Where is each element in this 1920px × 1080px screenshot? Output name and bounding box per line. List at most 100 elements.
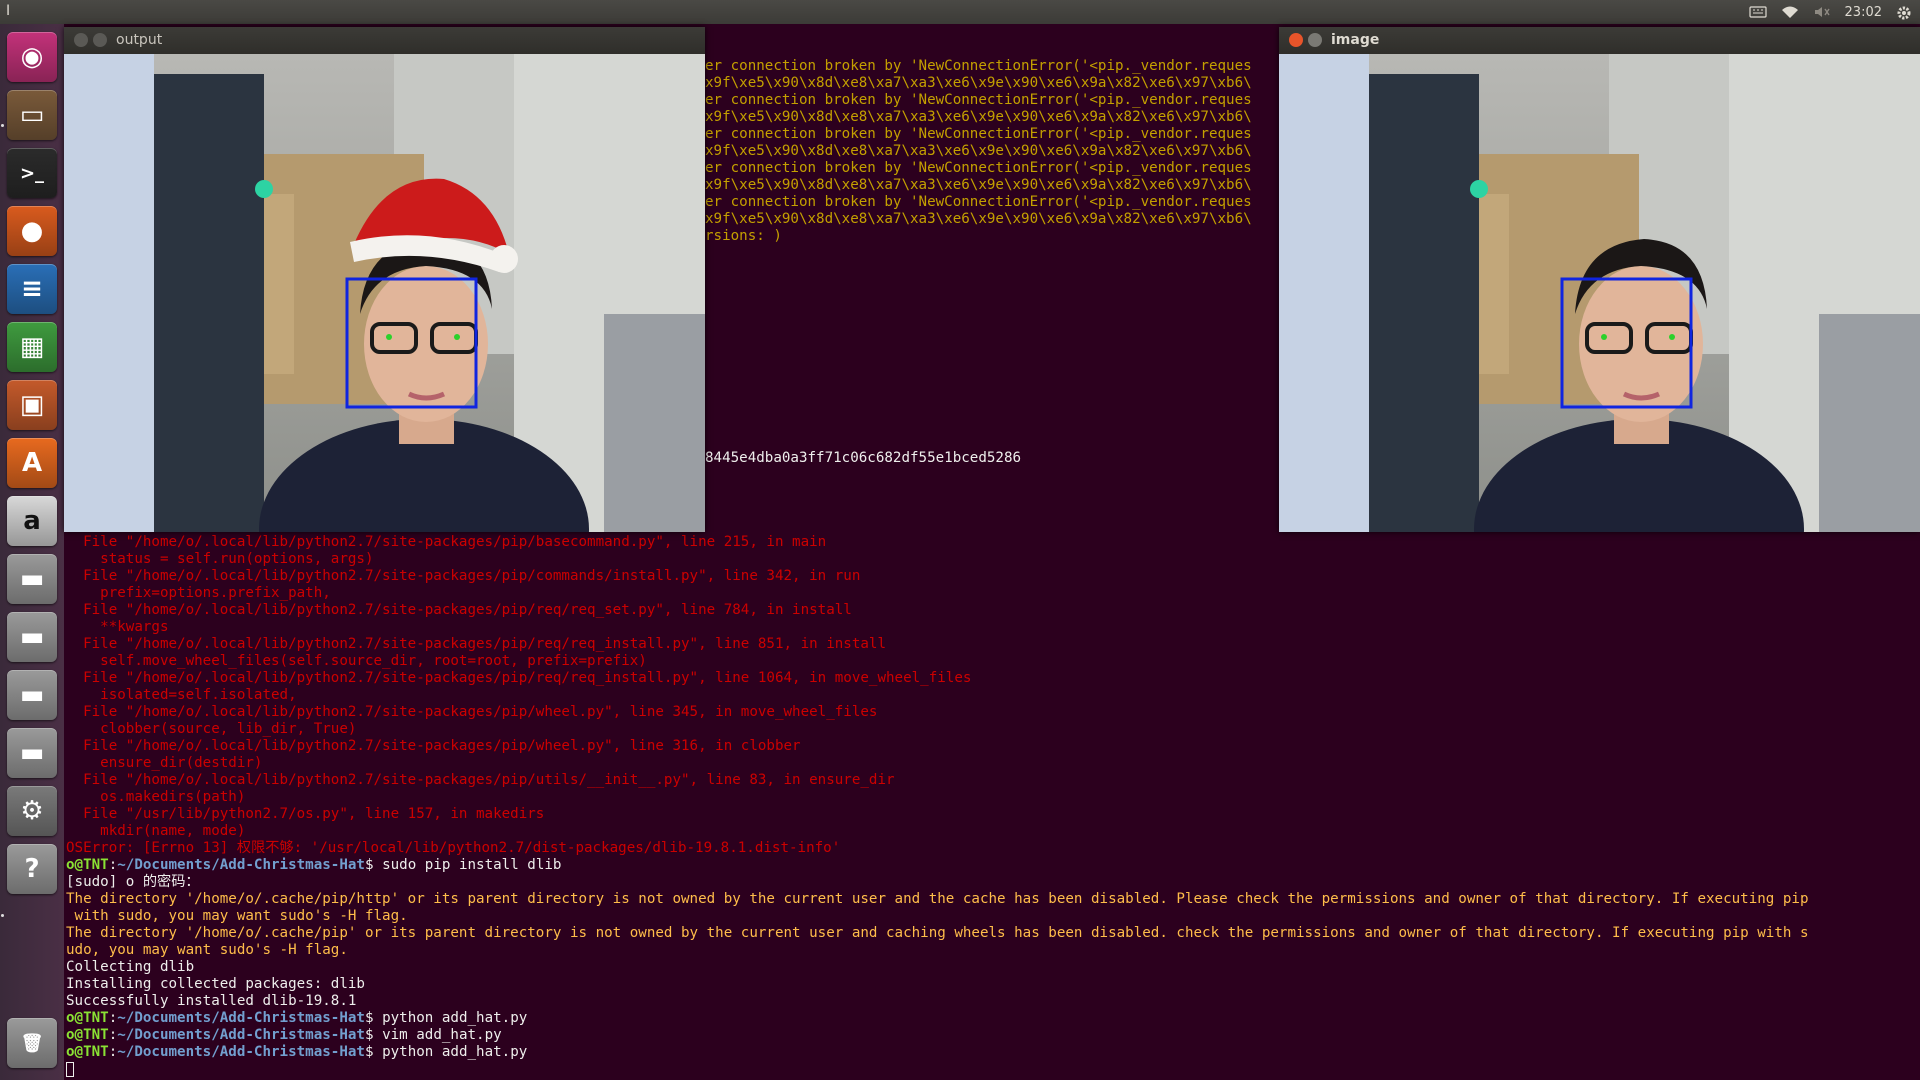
top-panel: I 23:02 <box>0 0 1920 24</box>
terminal-line: **kwargs <box>66 619 168 636</box>
pip-retry-warning: er connection broken by 'NewConnectionEr… <box>705 194 1252 210</box>
prompt-sep: : <box>108 1010 118 1026</box>
launcher-files-button[interactable]: ▭ <box>7 90 57 140</box>
traceback-line: File "/home/o/.local/lib/python2.7/site-… <box>66 568 861 584</box>
close-button[interactable] <box>74 33 88 47</box>
pip-retry-warning: er connection broken by 'NewConnectionEr… <box>705 58 1252 74</box>
image-camera-frame <box>1279 54 1920 532</box>
terminal-line: with sudo, you may want sudo's -H flag. <box>66 908 408 925</box>
terminal-line: The directory '/home/o/.cache/pip' or it… <box>66 925 1809 942</box>
launcher-drive-1-button[interactable]: ▬ <box>7 554 57 604</box>
output-titlebar[interactable]: output <box>64 27 705 54</box>
sudo-prompt: [sudo] o 的密码： <box>66 874 200 890</box>
running-indicator <box>1 124 4 127</box>
command-text: python add_hat.py <box>382 1010 528 1026</box>
minimize-button[interactable] <box>1308 33 1322 47</box>
speaker-muted-icon[interactable] <box>1813 5 1831 19</box>
terminal-line: udo, you may want sudo's -H flag. <box>66 942 348 959</box>
terminal-line: rsions: ) <box>705 228 782 245</box>
launcher-drive-4-button[interactable]: ▬ <box>7 728 57 778</box>
wifi-icon[interactable] <box>1781 5 1799 19</box>
output-camera-frame <box>64 54 705 532</box>
traceback-line: File "/usr/lib/python2.7/os.py", line 15… <box>66 806 545 822</box>
firefox-icon: ● <box>20 216 44 246</box>
pip-retry-warning: er connection broken by 'NewConnectionEr… <box>705 160 1252 176</box>
panel-left-glyph: I <box>6 3 11 19</box>
traceback-line: prefix=options.prefix_path, <box>66 585 331 601</box>
launcher-writer-button[interactable]: ≡ <box>7 264 57 314</box>
keyboard-icon[interactable] <box>1748 5 1767 19</box>
command-text: python add_hat.py <box>382 1044 528 1060</box>
launcher-amazon-button[interactable]: a <box>7 496 57 546</box>
prompt-path: ~/Documents/Add-Christmas-Hat <box>117 857 365 873</box>
terminal-icon: >_ <box>19 162 45 184</box>
gear-icon[interactable] <box>1896 5 1914 20</box>
image-window[interactable]: image <box>1279 27 1920 532</box>
traceback-line: self.move_wheel_files(self.source_dir, r… <box>66 653 647 669</box>
terminal-line: File "/usr/lib/python2.7/os.py", line 15… <box>66 806 544 823</box>
traceback-line: mkdir(name, mode) <box>66 823 246 839</box>
command-text: sudo pip install dlib <box>382 857 562 873</box>
terminal-line: File "/home/o/.local/lib/python2.7/site-… <box>66 704 877 721</box>
files-icon: ▭ <box>19 100 45 130</box>
output-window[interactable]: output <box>64 27 705 532</box>
pip-retry-warning: x9f\xe5\x90\x8d\xe8\xa7\xa3\xe6\x9e\x90\… <box>705 75 1252 91</box>
launcher: ◉ ▭ >_ ● ≡ ▦ ▣ Aa ▬ ▬ ▬ ▬ ⚙? 🗑 <box>0 24 65 1080</box>
prompt-user: o@TNT <box>66 1044 109 1060</box>
pip-retry-warning: er connection broken by 'NewConnectionEr… <box>705 126 1252 142</box>
terminal-line: isolated=self.isolated, <box>66 687 297 704</box>
terminal-line: er connection broken by 'NewConnectionEr… <box>705 58 1252 75</box>
prompt-dollar: $ <box>364 857 383 873</box>
software-center-icon: A <box>21 448 43 478</box>
terminal-line: File "/home/o/.local/lib/python2.7/site-… <box>66 670 971 687</box>
pip-cache-warning: The directory '/home/o/.cache/pip/http' … <box>66 891 1809 907</box>
drive-1-icon: ▬ <box>19 564 45 594</box>
launcher-trash-button[interactable]: 🗑 <box>7 1018 57 1068</box>
launcher-drive-3-button[interactable]: ▬ <box>7 670 57 720</box>
prompt-dollar: $ <box>364 1010 383 1026</box>
image-titlebar[interactable]: image <box>1279 27 1920 54</box>
launcher-terminal-button[interactable]: >_ <box>7 148 57 198</box>
pip-retry-warning: rsions: ) <box>705 228 782 244</box>
terminal-line: ensure_dir(destdir) <box>66 755 262 772</box>
trash-icon: 🗑 <box>20 1032 44 1054</box>
launcher-software-center-button[interactable]: A <box>7 438 57 488</box>
prompt-user: o@TNT <box>66 857 109 873</box>
traceback-line: File "/home/o/.local/lib/python2.7/site-… <box>66 704 878 720</box>
launcher-drive-2-button[interactable]: ▬ <box>7 612 57 662</box>
impress-icon: ▣ <box>19 390 45 420</box>
pip-output: Successfully installed dlib-19.8.1 <box>66 993 357 1009</box>
pip-output: Collecting dlib <box>66 959 195 975</box>
terminal-line: File "/home/o/.local/lib/python2.7/site-… <box>66 568 860 585</box>
terminal-line: prefix=options.prefix_path, <box>66 585 331 602</box>
terminal-line: er connection broken by 'NewConnectionEr… <box>705 160 1252 177</box>
terminal-line: x9f\xe5\x90\x8d\xe8\xa7\xa3\xe6\x9e\x90\… <box>705 177 1252 194</box>
drive-3-icon: ▬ <box>19 680 45 710</box>
prompt-user: o@TNT <box>66 1010 109 1026</box>
terminal-line: o@TNT:~/Documents/Add-Christmas-Hat$ vim… <box>66 1027 502 1044</box>
launcher-impress-button[interactable]: ▣ <box>7 380 57 430</box>
pip-retry-warning: x9f\xe5\x90\x8d\xe8\xa7\xa3\xe6\x9e\x90\… <box>705 211 1252 227</box>
close-button[interactable] <box>1289 33 1303 47</box>
drive-2-icon: ▬ <box>19 622 45 652</box>
clock[interactable]: 23:02 <box>1845 5 1882 20</box>
prompt-dollar: $ <box>364 1044 383 1060</box>
prompt-user: o@TNT <box>66 1027 109 1043</box>
launcher-firefox-button[interactable]: ● <box>7 206 57 256</box>
launcher-system-settings-button[interactable]: ⚙ <box>7 786 57 836</box>
traceback-line: status = self.run(options, args) <box>66 551 374 567</box>
traceback-line: OSError: [Errno 13] 权限不够: '/usr/local/li… <box>66 840 841 856</box>
minimize-button[interactable] <box>93 33 107 47</box>
launcher-help-button[interactable]: ? <box>7 844 57 894</box>
terminal-line: 8445e4dba0a3ff71c06c682df55e1bced5286 <box>705 450 1021 467</box>
launcher-calc-button[interactable]: ▦ <box>7 322 57 372</box>
terminal-line: o@TNT:~/Documents/Add-Christmas-Hat$ sud… <box>66 857 561 874</box>
prompt-path: ~/Documents/Add-Christmas-Hat <box>117 1044 365 1060</box>
terminal-line: OSError: [Errno 13] 权限不够: '/usr/local/li… <box>66 840 840 857</box>
traceback-line: File "/home/o/.local/lib/python2.7/site-… <box>66 602 852 618</box>
terminal-line: er connection broken by 'NewConnectionEr… <box>705 92 1252 109</box>
traceback-line: isolated=self.isolated, <box>66 687 297 703</box>
prompt-dollar: $ <box>364 1027 383 1043</box>
calc-icon: ▦ <box>19 332 45 362</box>
launcher-ubuntu-dash-button[interactable]: ◉ <box>7 32 57 82</box>
